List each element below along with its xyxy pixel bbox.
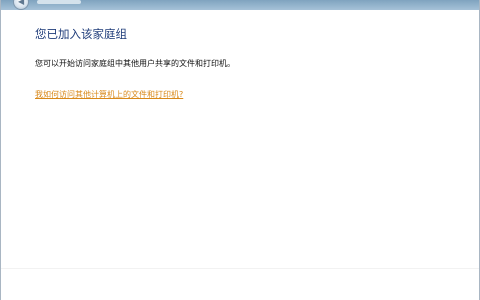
address-bar (37, 0, 81, 4)
help-link[interactable]: 我如何访问其他计算机上的文件和打印机? (35, 89, 183, 101)
homegroup-window: ◀ 您已加入该家庭组 您可以开始访问家庭组中其他用户共享的文件和打印机。 我如何… (0, 0, 480, 300)
content-area: 您已加入该家庭组 您可以开始访问家庭组中其他用户共享的文件和打印机。 我如何访问… (1, 10, 479, 300)
footer-area (1, 268, 479, 291)
back-arrow-icon: ◀ (18, 0, 25, 6)
description-text: 您可以开始访问家庭组中其他用户共享的文件和打印机。 (35, 59, 235, 68)
back-button[interactable]: ◀ (13, 0, 29, 10)
title-bar: ◀ (1, 0, 479, 10)
page-title: 您已加入该家庭组 (35, 27, 127, 41)
